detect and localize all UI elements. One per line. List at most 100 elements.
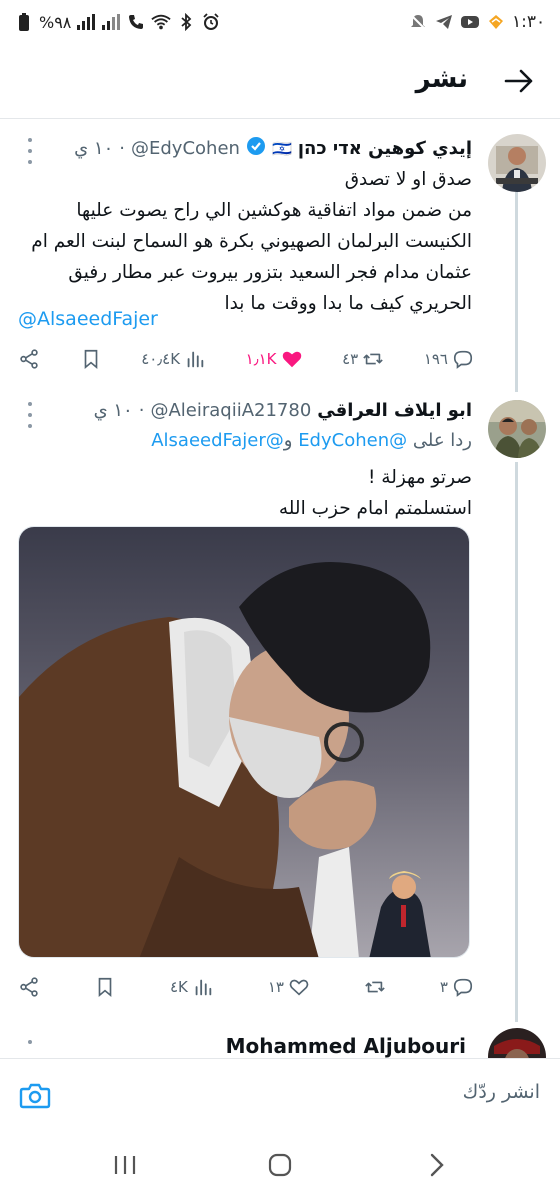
repost-button[interactable]: ٤٣ <box>342 348 384 370</box>
flag-emoji: 🇮🇱 <box>271 138 292 158</box>
more-options-button[interactable] <box>22 138 38 164</box>
tweet-header: ابو ايلاف العراقي @AleiraqiiA21780 · ١٠ … <box>94 400 472 421</box>
verified-badge-icon <box>246 136 266 160</box>
reply-icon <box>453 978 473 997</box>
separator-dot: · <box>119 137 125 159</box>
mention-link[interactable]: @AlsaeedFajer <box>18 308 158 330</box>
like-count: ١٫١K <box>245 350 277 368</box>
app-notification-icon <box>486 12 506 32</box>
system-back-button[interactable] <box>422 1150 452 1180</box>
author-handle[interactable]: @AleiraqiiA21780 <box>150 400 311 421</box>
share-icon <box>20 977 38 997</box>
tweet-time[interactable]: ١٠ ي <box>74 138 113 159</box>
bookmark-icon <box>98 977 112 998</box>
signal-2-icon <box>101 12 121 32</box>
status-bar: %٩٨ ١:٣٠ <box>0 0 560 48</box>
reply-input[interactable]: انشر ردّك <box>463 1081 540 1103</box>
bookmark-button[interactable] <box>80 348 102 370</box>
replying-mention-2[interactable]: @AlsaeedFajer <box>151 430 284 451</box>
author-handle[interactable]: @EdyCohen <box>131 138 240 159</box>
tweet-text-line: الكنيست البرلمان الصهيوني بكرة هو السماح… <box>31 231 472 252</box>
chevron-right-icon <box>430 1153 444 1177</box>
back-button[interactable] <box>502 64 536 98</box>
tweet-text-line: من ضمن مواد اتفاقية هوكشين الي راح يصوت … <box>76 200 472 221</box>
avatar[interactable] <box>488 400 546 458</box>
wifi-icon <box>151 12 172 32</box>
tweet-actions: ٣ ١٣ ٤K <box>18 972 474 1002</box>
like-button[interactable]: ١٫١K <box>246 348 303 370</box>
repost-button[interactable] <box>364 976 386 998</box>
more-options-button[interactable] <box>22 402 38 428</box>
call-icon <box>126 12 146 32</box>
tweet-text-line: عثمان مدام فجر السعيد بتزور بيروت عبر مط… <box>68 262 472 283</box>
page-title: نشر <box>415 64 468 94</box>
views-chart-icon <box>195 979 212 996</box>
recent-apps-icon <box>114 1156 136 1174</box>
tweet-text: صرتو مهزلة ! استسلمتم امام حزب الله <box>12 462 472 524</box>
battery-percent: %٩٨ <box>39 12 72 32</box>
author-name[interactable]: إيدي كوهين אדי כהן <box>298 138 472 159</box>
tweet-time[interactable]: ١٠ ي <box>94 400 133 421</box>
more-dot-icon <box>28 138 32 142</box>
views-count: ٤٠٫٤K <box>141 350 181 368</box>
replying-prefix: ردا على <box>412 430 472 451</box>
reply-count: ١٩٦ <box>423 350 448 368</box>
reply-icon <box>453 350 473 369</box>
camera-icon <box>19 1083 51 1109</box>
status-icons-right: ١:٣٠ <box>408 12 545 32</box>
like-count: ١٣ <box>267 978 284 996</box>
telegram-icon <box>434 12 454 32</box>
author-name[interactable]: ابو ايلاف العراقي <box>317 400 472 421</box>
alarm-icon <box>201 12 221 32</box>
separator-dot: · <box>138 400 145 421</box>
heart-icon <box>289 979 309 996</box>
replying-and: و <box>283 430 293 451</box>
reply-button[interactable]: ٣ <box>440 976 474 998</box>
recent-apps-button[interactable] <box>110 1150 140 1180</box>
bookmark-button[interactable] <box>94 976 116 998</box>
reply-compose-bar: انشر ردّك <box>0 1058 560 1130</box>
more-dot-icon <box>28 402 32 406</box>
more-dot-icon <box>28 149 32 153</box>
views-chart-icon <box>187 351 204 368</box>
signal-icon <box>76 12 96 32</box>
replying-to: ردا على @EdyCohen و@AlsaeedFajer <box>151 430 472 451</box>
reply-count: ٣ <box>439 978 448 996</box>
views-button[interactable]: ٤٠٫٤K <box>141 348 206 370</box>
repost-icon <box>363 353 383 365</box>
system-nav-bar <box>0 1130 560 1200</box>
youtube-icon <box>460 12 480 32</box>
tweet-actions: ١٩٦ ٤٣ ١٫١K ٤٠٫٤K <box>18 344 474 374</box>
home-button[interactable] <box>265 1150 295 1180</box>
share-icon <box>20 349 38 369</box>
reply-button[interactable]: ١٩٦ <box>424 348 474 370</box>
replying-mention-1[interactable]: @EdyCohen <box>298 430 407 451</box>
author-name[interactable]: Mohammed Aljubouri <box>226 1034 466 1058</box>
views-count: ٤K <box>169 978 188 996</box>
camera-button[interactable] <box>18 1079 52 1113</box>
like-button[interactable]: ١٣ <box>268 976 310 998</box>
clock-time: ١:٣٠ <box>512 12 546 32</box>
avatar[interactable] <box>488 134 546 192</box>
arrow-right-icon <box>504 69 533 93</box>
repost-count: ٤٣ <box>342 350 359 368</box>
home-icon <box>268 1153 292 1177</box>
tweet-text-line: استسلمتم امام حزب الله <box>278 498 472 519</box>
tweet-main[interactable]: إيدي كوهين אדי כהן 🇮🇱 @EdyCohen · ١٠ ي ص… <box>0 120 560 390</box>
battery-icon <box>14 12 34 32</box>
tweet-text-line: صرتو مهزلة ! <box>368 467 472 488</box>
share-button[interactable] <box>18 348 40 370</box>
heart-filled-icon <box>282 351 301 368</box>
tweet-header: إيدي كوهين אדי כהן 🇮🇱 @EdyCohen · ١٠ ي <box>74 136 472 160</box>
views-button[interactable]: ٤K <box>170 976 214 998</box>
tweet-text: صدق او لا تصدق من ضمن مواد اتفاقية هوكشي… <box>12 164 472 319</box>
tweet-text-line: صدق او لا تصدق <box>344 169 472 190</box>
more-dot-icon <box>28 1040 32 1044</box>
tweet-media-image[interactable] <box>18 526 470 958</box>
share-button[interactable] <box>18 976 40 998</box>
repost-icon <box>365 981 385 993</box>
header-divider <box>0 118 560 119</box>
status-icons-left: %٩٨ <box>14 12 221 32</box>
more-dot-icon <box>28 413 32 417</box>
more-dot-icon <box>28 424 32 428</box>
